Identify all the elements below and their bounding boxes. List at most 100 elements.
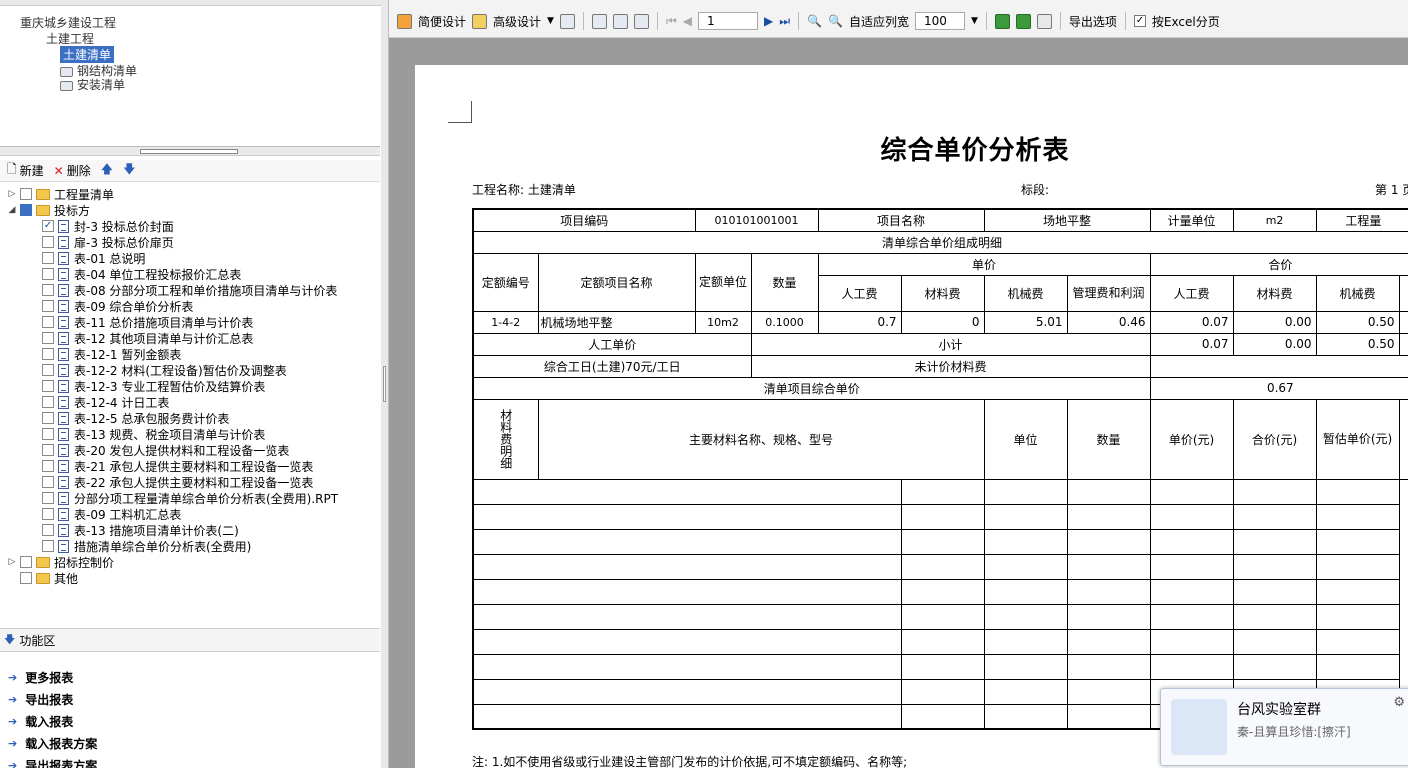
- report-tree-item[interactable]: 其他: [8, 570, 78, 586]
- report-tree-item[interactable]: 表-12 其他项目清单与计价汇总表: [42, 330, 253, 346]
- delete-button[interactable]: ✕ 删除: [51, 162, 94, 179]
- move-down-button[interactable]: 🡇: [120, 160, 138, 181]
- dropdown-arrow-icon[interactable]: ▼: [547, 16, 554, 26]
- report-tree-item[interactable]: ▷ 招标控制价: [8, 554, 114, 570]
- checkbox[interactable]: [42, 540, 54, 552]
- move-up-button[interactable]: 🡅: [98, 160, 116, 181]
- next-page-icon[interactable]: ▶: [764, 14, 773, 28]
- report-tree-item[interactable]: 表-13 措施项目清单计价表(二): [42, 522, 239, 538]
- prev-page-icon[interactable]: ◀: [683, 14, 692, 28]
- checkbox[interactable]: [42, 524, 54, 536]
- report-tree-item[interactable]: 表-12-3 专业工程暂估价及结算价表: [42, 378, 265, 394]
- report-tree-item[interactable]: ◢ 投标方: [8, 202, 90, 218]
- report-tree-item[interactable]: 表-12-4 计日工表: [42, 394, 169, 410]
- splitter-grip[interactable]: [140, 149, 238, 154]
- grid-export-icon[interactable]: [1036, 13, 1052, 29]
- checkbox[interactable]: [42, 316, 54, 328]
- dropdown-arrow-icon[interactable]: ▼: [971, 16, 978, 26]
- expand-toggle-icon[interactable]: ▷: [8, 557, 16, 567]
- report-tree-item[interactable]: 表-12-5 总承包服务费计价表: [42, 410, 229, 426]
- checkbox[interactable]: [42, 508, 54, 520]
- checkbox[interactable]: [42, 284, 54, 296]
- advanced-design-button[interactable]: 高级设计: [493, 13, 541, 30]
- zoom-out-icon[interactable]: 🔍: [828, 14, 843, 28]
- checkbox[interactable]: [42, 268, 54, 280]
- excel-export-icon[interactable]: [1015, 13, 1031, 29]
- function-item[interactable]: ➔ 载入报表: [0, 710, 380, 732]
- last-page-icon[interactable]: ⏭: [779, 14, 790, 29]
- report-tree-item[interactable]: 表-01 总说明: [42, 250, 145, 266]
- zoom-in-icon[interactable]: 🔍: [807, 14, 822, 28]
- checkbox[interactable]: [20, 204, 32, 216]
- project-tree-node-selected[interactable]: 土建清单: [60, 46, 115, 63]
- fit-width-button[interactable]: 自适应列宽: [849, 13, 909, 30]
- project-tree-root[interactable]: 重庆城乡建设工程: [20, 14, 116, 31]
- checkbox[interactable]: [42, 236, 54, 248]
- gear-icon[interactable]: ⚙: [1393, 695, 1405, 710]
- excel-paging-checkbox[interactable]: ✓: [1133, 15, 1146, 27]
- grid-design-icon[interactable]: [397, 13, 412, 29]
- splitter-grip[interactable]: [383, 366, 386, 402]
- function-item[interactable]: ➔ 载入报表方案: [0, 732, 380, 754]
- checkbox[interactable]: [42, 252, 54, 264]
- report-tree-item[interactable]: 表-08 分部分项工程和单价措施项目清单与计价表: [42, 282, 337, 298]
- vertical-splitter[interactable]: [381, 0, 389, 768]
- horizontal-splitter[interactable]: [0, 146, 380, 156]
- report-tree-item[interactable]: 表-09 工料机汇总表: [42, 506, 181, 522]
- report-tree-item[interactable]: 表-13 规费、税金项目清单与计价表: [42, 426, 265, 442]
- page-number-input[interactable]: 1: [698, 12, 758, 30]
- pencil-icon[interactable]: [472, 13, 488, 29]
- checkbox[interactable]: [20, 556, 32, 568]
- checkbox[interactable]: [42, 460, 54, 472]
- report-tree-item[interactable]: 表-11 总价措施项目清单与计价表: [42, 314, 253, 330]
- report-tree-item[interactable]: 表-12-2 材料(工程设备)暂估价及调整表: [42, 362, 287, 378]
- expand-toggle-icon[interactable]: ▷: [8, 189, 16, 199]
- checkbox[interactable]: [20, 572, 32, 584]
- expand-toggle-icon[interactable]: ◢: [8, 205, 16, 215]
- function-item[interactable]: ➔ 更多报表: [0, 666, 380, 688]
- excel-paging-label[interactable]: 按Excel分页: [1152, 13, 1220, 30]
- checkbox[interactable]: [42, 380, 54, 392]
- function-item[interactable]: ➔ 导出报表: [0, 688, 380, 710]
- single-page-icon[interactable]: [591, 13, 607, 29]
- project-tree-node[interactable]: 土建工程: [46, 30, 94, 47]
- checkbox[interactable]: ✓: [42, 220, 54, 232]
- checkbox[interactable]: [42, 332, 54, 344]
- two-page-icon[interactable]: [612, 13, 628, 29]
- excel-icon[interactable]: [994, 13, 1010, 29]
- function-item[interactable]: ➔ 导出报表方案: [0, 754, 380, 768]
- mat-qty-col: 数量: [1066, 398, 1151, 480]
- report-tree-item[interactable]: 表-22 承包人提供主要材料和工程设备一览表: [42, 474, 313, 490]
- report-tree-item[interactable]: ▷ 工程量清单: [8, 186, 114, 202]
- report-tree-item[interactable]: 表-21 承包人提供主要材料和工程设备一览表: [42, 458, 313, 474]
- first-page-icon[interactable]: ⏮: [666, 14, 677, 29]
- simple-design-button[interactable]: 简便设计: [418, 13, 466, 30]
- checkbox[interactable]: [20, 188, 32, 200]
- checkbox[interactable]: [42, 364, 54, 376]
- zoom-select[interactable]: 100: [914, 12, 965, 30]
- checkbox[interactable]: [42, 428, 54, 440]
- checkbox[interactable]: [42, 396, 54, 408]
- report-tree-item[interactable]: 措施清单综合单价分析表(全费用): [42, 538, 251, 554]
- report-tree-item[interactable]: 表-04 单位工程投标报价汇总表: [42, 266, 241, 282]
- report-tree-item[interactable]: 表-20 发包人提供材料和工程设备一览表: [42, 442, 289, 458]
- checkbox[interactable]: [42, 348, 54, 360]
- multi-page-icon[interactable]: [633, 13, 649, 29]
- checkbox[interactable]: [42, 412, 54, 424]
- col-mgmt: 管理费和利润: [1066, 274, 1151, 312]
- printer-icon[interactable]: [559, 13, 575, 29]
- checkbox[interactable]: [42, 492, 54, 504]
- project-tree-node[interactable]: 安装清单: [60, 76, 125, 93]
- report-tree-item[interactable]: 表-12-1 暂列金额表: [42, 346, 181, 362]
- export-options-button[interactable]: 导出选项: [1069, 13, 1117, 30]
- report-tree-item[interactable]: 表-09 综合单价分析表: [42, 298, 193, 314]
- checkbox[interactable]: [42, 444, 54, 456]
- checkbox[interactable]: [42, 300, 54, 312]
- report-tree-item[interactable]: 分部分项工程量清单综合单价分析表(全费用).RPT: [42, 490, 338, 506]
- report-tree-item[interactable]: 扉-3 投标总价扉页: [42, 234, 174, 250]
- checkbox[interactable]: [42, 476, 54, 488]
- function-area-header[interactable]: 🡇 功能区: [0, 628, 380, 652]
- chat-notification[interactable]: 台风实验室群 秦-且算且珍惜:[擦汗] ⚙: [1160, 688, 1408, 766]
- report-tree-item[interactable]: ✓ 封-3 投标总价封面: [42, 218, 174, 234]
- new-button[interactable]: 🗋 新建: [4, 160, 47, 181]
